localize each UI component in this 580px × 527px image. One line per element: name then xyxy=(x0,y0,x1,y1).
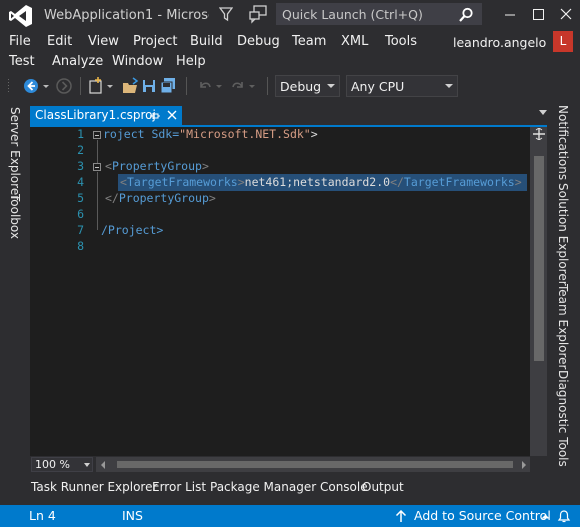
avatar[interactable]: L xyxy=(553,31,573,52)
menu-xml[interactable]: XML xyxy=(341,34,368,49)
search-icon[interactable] xyxy=(458,7,474,23)
task-runner-explorer-tab[interactable]: Task Runner Explorer xyxy=(31,480,157,494)
save-icon[interactable] xyxy=(141,76,157,96)
package-manager-console-tab[interactable]: Package Manager Console xyxy=(210,480,368,494)
redo-dropdown-icon[interactable] xyxy=(247,76,257,96)
menu-help[interactable]: Help xyxy=(176,54,206,69)
notifications-tab[interactable]: Notifications xyxy=(556,105,570,180)
status-insert-mode[interactable]: INS xyxy=(122,508,143,523)
close-icon[interactable] xyxy=(552,0,580,30)
back-dropdown-icon[interactable] xyxy=(40,76,52,96)
tab-overflow-icon[interactable] xyxy=(538,107,548,119)
window-controls xyxy=(496,0,580,30)
chevron-down-icon xyxy=(445,84,453,88)
platform-value: Any CPU xyxy=(351,79,405,94)
minimize-icon[interactable] xyxy=(496,0,524,30)
configuration-select[interactable]: Debug xyxy=(275,75,340,97)
line-number: 6 xyxy=(77,207,84,221)
line-number: 5 xyxy=(77,191,84,205)
menu-analyze[interactable]: Analyze xyxy=(52,54,103,69)
forward-icon[interactable] xyxy=(55,76,73,96)
server-explorer-tab[interactable]: Server Explorer xyxy=(8,107,22,200)
scroll-right-icon[interactable] xyxy=(520,460,528,470)
chevron-up-icon xyxy=(541,513,550,520)
toolbox-tab[interactable]: Toolbox xyxy=(8,194,22,239)
new-project-dropdown-icon[interactable] xyxy=(105,76,115,96)
menu-window[interactable]: Window xyxy=(112,54,163,69)
diagnostic-tools-tab[interactable]: Diagnostic Tools xyxy=(556,370,570,467)
new-project-icon[interactable] xyxy=(87,76,105,96)
line-number: 1 xyxy=(77,127,84,141)
menu-build[interactable]: Build xyxy=(190,34,223,49)
error-list-tab[interactable]: Error List xyxy=(152,480,206,494)
back-icon[interactable] xyxy=(22,76,40,96)
save-all-icon[interactable] xyxy=(159,76,177,96)
quick-launch-placeholder: Quick Launch (Ctrl+Q) xyxy=(282,7,423,22)
platform-select[interactable]: Any CPU xyxy=(346,75,458,97)
chevron-down-icon xyxy=(327,84,335,88)
status-bar: Ln 4 INS Add to Source Control xyxy=(0,505,580,527)
line-number: 8 xyxy=(77,239,84,253)
menu-debug[interactable]: Debug xyxy=(237,34,280,49)
menu-tools[interactable]: Tools xyxy=(385,34,417,49)
pin-icon[interactable] xyxy=(149,110,161,122)
scroll-left-icon[interactable] xyxy=(99,460,107,470)
solution-explorer-tab[interactable]: Solution Explorer xyxy=(556,183,570,286)
maximize-icon[interactable] xyxy=(524,0,552,30)
zoom-select[interactable]: 100 % xyxy=(31,457,93,472)
window-title: WebApplication1 - Microsoft... xyxy=(44,8,209,23)
document-tab-title: ClassLibrary1.csproj xyxy=(35,108,156,122)
team-explorer-tab[interactable]: Team Explorer xyxy=(556,284,570,370)
collapse-icon[interactable] xyxy=(93,131,101,139)
line-number: 3 xyxy=(77,159,84,173)
configuration-value: Debug xyxy=(280,79,322,94)
filter-icon[interactable] xyxy=(219,6,233,22)
status-line-number: Ln 4 xyxy=(29,508,56,523)
code-line-3: <PropertyGroup> xyxy=(105,159,209,173)
standard-toolbar: Debug Any CPU xyxy=(0,72,580,100)
menu-project[interactable]: Project xyxy=(133,34,177,49)
code-line-5: </PropertyGroup> xyxy=(105,191,216,205)
toolbar-grip-icon xyxy=(6,76,14,96)
horizontal-scroll-thumb[interactable] xyxy=(117,461,513,468)
menu-edit[interactable]: Edit xyxy=(47,34,72,49)
user-name[interactable]: leandro.angelo xyxy=(453,35,546,50)
redo-icon[interactable] xyxy=(230,76,246,96)
vertical-scroll-thumb[interactable] xyxy=(534,156,544,361)
code-line-4: <TargetFrameworks>net461;netstandard2.0<… xyxy=(120,175,522,189)
open-file-icon[interactable] xyxy=(121,76,139,96)
feedback-icon[interactable] xyxy=(248,4,268,24)
undo-dropdown-icon[interactable] xyxy=(214,76,224,96)
close-icon[interactable] xyxy=(166,109,178,121)
visual-studio-logo-icon[interactable] xyxy=(8,4,34,28)
menu-file[interactable]: File xyxy=(9,34,31,49)
quick-launch-input[interactable]: Quick Launch (Ctrl+Q) xyxy=(276,3,482,25)
zoom-value: 100 % xyxy=(35,458,70,471)
output-tab[interactable]: Output xyxy=(362,480,404,494)
document-tab[interactable]: ClassLibrary1.csproj xyxy=(30,106,182,125)
code-line-7: /Project> xyxy=(101,223,164,237)
arrow-up-icon xyxy=(395,510,407,523)
menu-team[interactable]: Team xyxy=(292,34,326,49)
add-to-source-control-button[interactable]: Add to Source Control xyxy=(414,508,551,523)
line-number: 7 xyxy=(77,223,84,237)
chevron-down-icon xyxy=(84,463,90,467)
collapse-icon[interactable] xyxy=(93,163,101,171)
menu-view[interactable]: View xyxy=(88,34,119,49)
notification-bell-icon[interactable] xyxy=(557,509,571,523)
undo-icon[interactable] xyxy=(197,76,213,96)
code-line-1: roject Sdk="Microsoft.NET.Sdk"> xyxy=(103,127,318,141)
line-number: 4 xyxy=(77,175,84,189)
menu-test[interactable]: Test xyxy=(9,54,35,69)
line-number: 2 xyxy=(77,143,84,157)
split-window-icon[interactable] xyxy=(533,128,545,140)
